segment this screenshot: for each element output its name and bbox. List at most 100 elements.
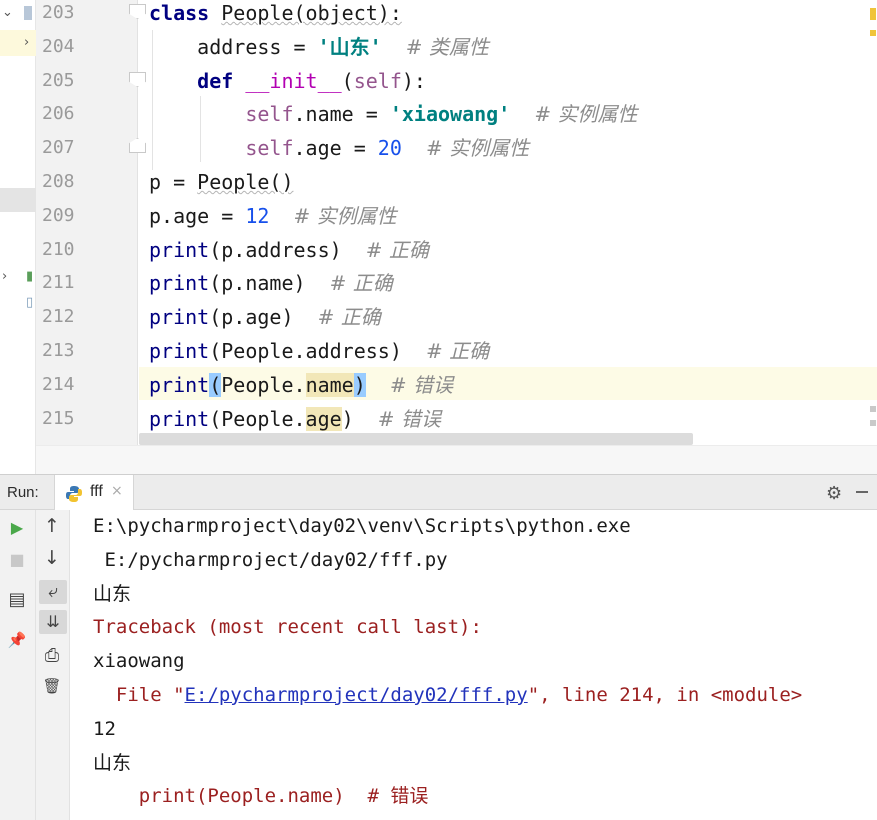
- indent-guide: [200, 96, 201, 162]
- code-line[interactable]: print(p.age) # 正确: [149, 300, 381, 334]
- folder-icon: [24, 6, 32, 20]
- code-token: print: [149, 305, 210, 330]
- trash-icon[interactable]: 🗑: [38, 676, 66, 696]
- warning-marker[interactable]: [870, 8, 876, 20]
- horizontal-scrollbar-thumb[interactable]: [139, 433, 693, 445]
- code-token: print: [149, 237, 210, 262]
- code-token: ):: [401, 68, 426, 93]
- code-token: # 类属性: [405, 34, 489, 59]
- console-line: File "E:/pycharmproject/day02/fff.py", l…: [93, 678, 802, 712]
- run-tab-fff[interactable]: fff ×: [54, 475, 134, 510]
- layout-icon[interactable]: ▤: [3, 590, 31, 610]
- minimize-icon[interactable]: [856, 491, 868, 493]
- line-number: 203: [42, 2, 75, 23]
- file-icon: ▯: [26, 295, 34, 310]
- code-token: # 实例属性: [534, 102, 638, 127]
- code-token: .name =: [293, 102, 390, 127]
- line-number: 208: [42, 171, 75, 192]
- chevron-right-icon[interactable]: ›: [24, 36, 29, 50]
- horizontal-scrollbar[interactable]: [36, 445, 877, 474]
- code-token: p.age =: [149, 203, 246, 228]
- line-number: 215: [42, 407, 75, 429]
- code-token: (p.name): [209, 271, 330, 296]
- run-tool-header: Run: fff × ⚙: [0, 474, 877, 510]
- code-line[interactable]: print(p.name) # 正确: [149, 266, 393, 300]
- file-link[interactable]: E:/pycharmproject/day02/fff.py: [185, 684, 528, 706]
- code-token: (People.address): [209, 339, 426, 363]
- code-line[interactable]: print(People.age) # 错误: [149, 402, 441, 436]
- code-token: # 错误: [389, 372, 453, 397]
- code-line[interactable]: print(People.name) # 错误: [149, 368, 453, 402]
- code-token: address =: [149, 34, 318, 59]
- down-arrow-icon[interactable]: ↓: [38, 548, 66, 568]
- code-line[interactable]: print(People.address) # 正确: [149, 334, 489, 368]
- code-token: (: [341, 68, 354, 93]
- code-token: (p.address): [209, 237, 366, 262]
- code-line[interactable]: class People(object):: [149, 0, 402, 30]
- scroll-to-end-icon[interactable]: ⇊: [39, 610, 67, 634]
- run-toolbar-primary: ▶ ■ ▤ 📌: [0, 510, 36, 820]
- stop-icon[interactable]: ■: [3, 550, 31, 570]
- code-line[interactable]: p = People(): [149, 165, 294, 199]
- console-line: E:/pycharmproject/day02/fff.py: [93, 548, 448, 571]
- warning-marker[interactable]: [870, 30, 876, 36]
- code-token: # 错误: [377, 406, 441, 431]
- code-token: 'xiaowang': [389, 102, 511, 127]
- project-selected-row[interactable]: [0, 30, 36, 56]
- up-arrow-icon[interactable]: ↑: [38, 516, 66, 536]
- run-console-output[interactable]: E:\pycharmproject\day02\venv\Scripts\pyt…: [71, 510, 877, 820]
- console-line: Traceback (most recent call last):: [93, 616, 482, 639]
- chevron-down-icon[interactable]: ⌄: [2, 6, 13, 20]
- console-line: 山东: [93, 751, 132, 774]
- code-token: 12: [245, 203, 270, 228]
- tab-name: fff: [90, 483, 103, 500]
- pin-icon[interactable]: 📌: [3, 630, 31, 650]
- code-token: # 正确: [365, 237, 429, 262]
- code-token: name: [305, 372, 354, 397]
- line-number: 205: [42, 69, 75, 91]
- print-icon[interactable]: ⎙: [38, 646, 66, 666]
- code-editor[interactable]: ⌄ › › ▮ ▯ 203 204 205 206 207 208 209 210 211 212…: [0, 0, 877, 474]
- library-icon: ▮: [26, 269, 34, 284]
- code-token: # 正确: [425, 339, 490, 363]
- line-number: 204: [42, 35, 75, 57]
- line-number: 210: [42, 238, 75, 260]
- code-token: ): [341, 406, 378, 431]
- code-line[interactable]: address = '山东' # 类属性: [149, 30, 489, 64]
- line-number: 214: [42, 373, 75, 395]
- python-icon: [66, 486, 82, 502]
- code-line[interactable]: self.name = 'xiaowang' # 实例属性: [149, 97, 637, 131]
- code-token: # 正确: [329, 271, 393, 296]
- code-token: # 实例属性: [293, 203, 397, 228]
- code-token: People.: [221, 372, 306, 397]
- indent-guide: [152, 30, 153, 170]
- gear-icon[interactable]: ⚙: [826, 483, 842, 504]
- code-token: def: [197, 68, 246, 93]
- error-stripe[interactable]: [869, 0, 877, 445]
- scroll-marker[interactable]: [870, 420, 876, 426]
- code-token: ): [353, 372, 366, 397]
- chevron-right-icon[interactable]: ›: [2, 270, 7, 284]
- code-token: print: [149, 339, 210, 363]
- code-token: 20: [377, 136, 402, 161]
- code-token: # 正确: [317, 305, 381, 330]
- code-token: class: [149, 1, 222, 25]
- code-token: __init__: [245, 68, 342, 93]
- code-token: People(object):: [221, 1, 402, 25]
- soft-wrap-icon[interactable]: ⤶: [39, 580, 67, 604]
- code-line[interactable]: def __init__(self):: [149, 64, 426, 98]
- code-line[interactable]: p.age = 12 # 实例属性: [149, 199, 397, 233]
- code-line[interactable]: print(p.address) # 正确: [149, 233, 429, 267]
- console-line: print(People.name) # 错误: [93, 785, 429, 808]
- code-token: (People.: [209, 406, 306, 431]
- code-token: (p.age): [209, 305, 318, 330]
- project-tool-strip: ⌄ › › ▮ ▯: [0, 0, 36, 474]
- close-icon[interactable]: ×: [111, 483, 123, 499]
- scroll-marker[interactable]: [870, 406, 876, 412]
- code-line[interactable]: self.age = 20 # 实例属性: [149, 131, 529, 165]
- code-token: '山东': [317, 34, 382, 59]
- run-icon[interactable]: ▶: [3, 518, 31, 538]
